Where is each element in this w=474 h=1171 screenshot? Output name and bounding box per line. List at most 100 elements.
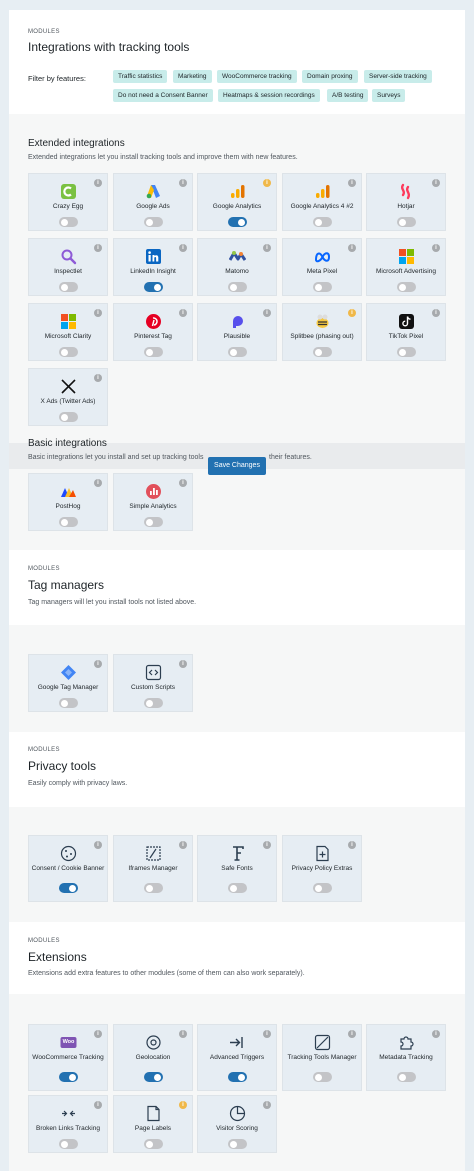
module-toggle[interactable] <box>59 347 78 357</box>
info-icon[interactable]: i <box>94 374 102 382</box>
info-icon[interactable]: i <box>179 660 187 668</box>
module-toggle[interactable] <box>59 217 78 227</box>
info-icon[interactable]: i <box>94 1030 102 1038</box>
module-toggle[interactable] <box>59 517 78 527</box>
module-card[interactable]: i Microsoft Clarity <box>28 303 108 361</box>
module-toggle[interactable] <box>144 347 163 357</box>
info-icon[interactable]: i <box>263 309 271 317</box>
module-card[interactable]: i Tracking Tools Manager <box>282 1024 362 1091</box>
info-icon[interactable]: i <box>179 479 187 487</box>
info-icon[interactable]: i <box>179 841 187 849</box>
info-icon[interactable]: i <box>179 1030 187 1038</box>
module-card[interactable]: i Safe Fonts <box>197 835 277 902</box>
module-card[interactable]: i Google Tag Manager <box>28 654 108 712</box>
module-toggle[interactable] <box>228 883 247 893</box>
module-card[interactable]: i Google Analytics <box>197 173 277 231</box>
module-card[interactable]: i Metadata Tracking <box>366 1024 446 1091</box>
module-card[interactable]: i Broken Links Tracking <box>28 1095 108 1153</box>
module-toggle[interactable] <box>59 282 78 292</box>
filter-chip[interactable]: Surveys <box>372 89 406 102</box>
module-card[interactable]: i Hotjar <box>366 173 446 231</box>
module-toggle[interactable] <box>313 883 332 893</box>
module-toggle[interactable] <box>228 282 247 292</box>
info-icon[interactable]: i <box>94 179 102 187</box>
info-icon[interactable]: i <box>432 309 440 317</box>
filter-chip[interactable]: Heatmaps & session recordings <box>218 89 320 102</box>
module-toggle[interactable] <box>144 1072 163 1082</box>
filter-chip[interactable]: Server-side tracking <box>364 70 432 83</box>
module-card[interactable]: i Inspectlet <box>28 238 108 296</box>
module-toggle[interactable] <box>397 347 416 357</box>
module-card[interactable]: i Page Labels <box>113 1095 193 1153</box>
module-toggle[interactable] <box>313 282 332 292</box>
module-card[interactable]: i Plausible <box>197 303 277 361</box>
filter-chip[interactable]: Traffic statistics <box>113 70 168 83</box>
module-card[interactable]: i Visitor Scoring <box>197 1095 277 1153</box>
info-icon[interactable]: i <box>179 1101 187 1109</box>
info-icon[interactable]: i <box>263 1030 271 1038</box>
module-card[interactable]: i Microsoft Advertising <box>366 238 446 296</box>
info-icon[interactable]: i <box>94 841 102 849</box>
info-icon[interactable]: i <box>94 1101 102 1109</box>
info-icon[interactable]: i <box>94 479 102 487</box>
info-icon[interactable]: i <box>94 309 102 317</box>
info-icon[interactable]: i <box>432 244 440 252</box>
info-icon[interactable]: i <box>179 179 187 187</box>
module-toggle[interactable] <box>397 217 416 227</box>
module-card[interactable]: i Simple Analytics <box>113 473 193 531</box>
module-toggle[interactable] <box>228 347 247 357</box>
module-toggle[interactable] <box>228 1072 247 1082</box>
module-toggle[interactable] <box>144 282 163 292</box>
info-icon[interactable]: i <box>179 244 187 252</box>
module-toggle[interactable] <box>144 517 163 527</box>
module-toggle[interactable] <box>144 217 163 227</box>
module-card[interactable]: i Geolocation <box>113 1024 193 1091</box>
module-toggle[interactable] <box>313 1072 332 1082</box>
module-toggle[interactable] <box>228 1139 247 1149</box>
info-icon[interactable]: i <box>348 841 356 849</box>
module-card[interactable]: i Consent / Cookie Banner <box>28 835 108 902</box>
module-toggle[interactable] <box>59 1139 78 1149</box>
info-icon[interactable]: i <box>263 179 271 187</box>
info-icon[interactable]: i <box>432 1030 440 1038</box>
module-toggle[interactable] <box>313 217 332 227</box>
info-icon[interactable]: i <box>263 244 271 252</box>
module-card[interactable]: i Meta Pixel <box>282 238 362 296</box>
module-toggle[interactable] <box>144 1139 163 1149</box>
module-card[interactable]: i Custom Scripts <box>113 654 193 712</box>
module-toggle[interactable] <box>144 698 163 708</box>
info-icon[interactable]: i <box>348 309 356 317</box>
module-card[interactable]: i Crazy Egg <box>28 173 108 231</box>
module-toggle[interactable] <box>144 883 163 893</box>
module-card[interactable]: i X Ads (Twitter Ads) <box>28 368 108 426</box>
module-card[interactable]: i Matomo <box>197 238 277 296</box>
module-card[interactable]: i LinkedIn Insight <box>113 238 193 296</box>
module-toggle[interactable] <box>59 883 78 893</box>
info-icon[interactable]: i <box>348 244 356 252</box>
module-toggle[interactable] <box>397 1072 416 1082</box>
info-icon[interactable]: i <box>432 179 440 187</box>
module-toggle[interactable] <box>59 412 78 422</box>
info-icon[interactable]: i <box>348 179 356 187</box>
filter-chip[interactable]: Marketing <box>173 70 212 83</box>
filter-chip[interactable]: A/B testing <box>327 89 369 102</box>
module-card[interactable]: i Privacy Policy Extras <box>282 835 362 902</box>
module-card[interactable]: i Google Ads <box>113 173 193 231</box>
module-card[interactable]: i PostHog <box>28 473 108 531</box>
info-icon[interactable]: i <box>263 1101 271 1109</box>
module-toggle[interactable] <box>397 282 416 292</box>
module-card[interactable]: i Iframes Manager <box>113 835 193 902</box>
module-toggle[interactable] <box>59 1072 78 1082</box>
info-icon[interactable]: i <box>348 1030 356 1038</box>
info-icon[interactable]: i <box>263 841 271 849</box>
filter-chip[interactable]: Domain proxing <box>302 70 358 83</box>
info-icon[interactable]: i <box>94 244 102 252</box>
info-icon[interactable]: i <box>94 660 102 668</box>
filter-chip[interactable]: Do not need a Consent Banner <box>113 89 213 102</box>
module-toggle[interactable] <box>313 347 332 357</box>
module-card[interactable]: i Splitbee (phasing out) <box>282 303 362 361</box>
module-toggle[interactable] <box>228 217 247 227</box>
module-card[interactable]: Woo i WooCommerce Tracking <box>28 1024 108 1091</box>
module-toggle[interactable] <box>59 698 78 708</box>
module-card[interactable]: i TikTok Pixel <box>366 303 446 361</box>
